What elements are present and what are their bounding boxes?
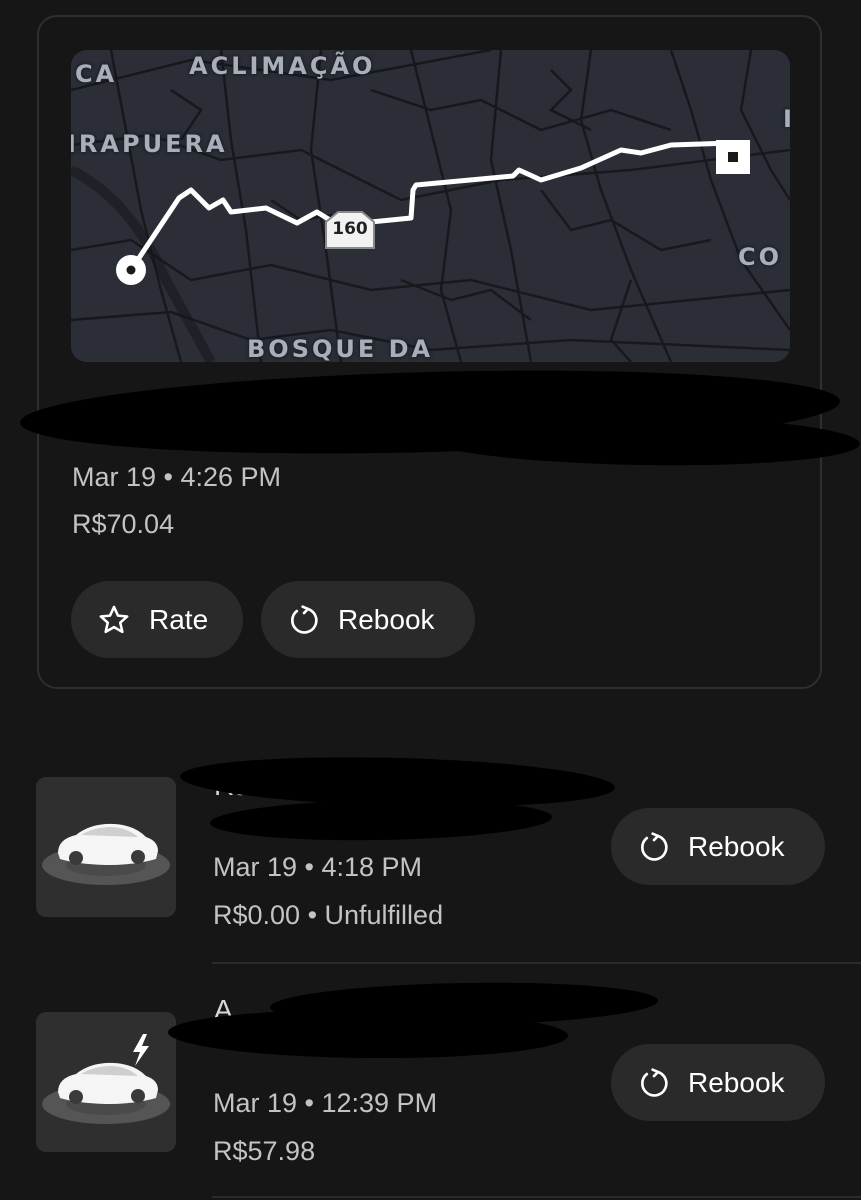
route-shield-icon: 160 — [322, 210, 378, 250]
list-divider — [212, 1196, 861, 1198]
rebook-button[interactable]: Rebook — [611, 1044, 825, 1121]
trip-price: R$70.04 — [72, 509, 175, 539]
lightning-icon — [133, 1034, 149, 1066]
map-streets — [71, 50, 790, 362]
rebook-button-label: Rebook — [338, 603, 435, 635]
map-label-bosque: BOSQUE DA — [247, 335, 434, 362]
refresh-icon — [641, 831, 668, 861]
rebook-button[interactable]: Rebook — [611, 808, 825, 885]
map-label-ca: CA — [75, 60, 118, 88]
rate-button[interactable]: Rate — [71, 581, 243, 658]
map-label-irapuera: IRAPUERA — [71, 130, 228, 158]
rate-button-label: Rate — [149, 603, 209, 635]
list-divider — [212, 962, 861, 964]
map-label-i: I — [783, 105, 790, 133]
rebook-button-label: Rebook — [688, 830, 785, 862]
trip-datetime: Mar 19 • 4:18 PM — [213, 852, 423, 882]
rebook-button-label: Rebook — [688, 1066, 785, 1098]
refresh-icon — [291, 604, 318, 634]
electric-car-icon — [42, 1034, 170, 1124]
refresh-icon — [641, 1067, 668, 1097]
map-label-co: CO — [738, 243, 783, 271]
vehicle-thumbnail — [36, 1012, 176, 1152]
trip-price: R$57.98 — [213, 1136, 316, 1166]
star-icon — [99, 605, 129, 633]
rebook-button[interactable]: Rebook — [261, 581, 475, 658]
car-icon — [42, 823, 170, 885]
trip-price-status: R$0.00 • Unfulfilled — [213, 900, 444, 930]
map-label-aclimacao: ACLIMAÇÃO — [189, 52, 376, 80]
trip-datetime: Mar 19 • 12:39 PM — [213, 1088, 438, 1118]
redaction-mark — [209, 797, 553, 843]
trip-map[interactable]: CA ACLIMAÇÃO IRAPUERA BOSQUE DA CO I 160 — [71, 50, 790, 362]
trip-datetime: Mar 19 • 4:26 PM — [72, 462, 282, 492]
origin-dot-icon — [116, 255, 146, 285]
destination-square-icon — [716, 140, 750, 174]
vehicle-thumbnail — [36, 777, 176, 917]
route-shield-label: 160 — [332, 219, 368, 239]
